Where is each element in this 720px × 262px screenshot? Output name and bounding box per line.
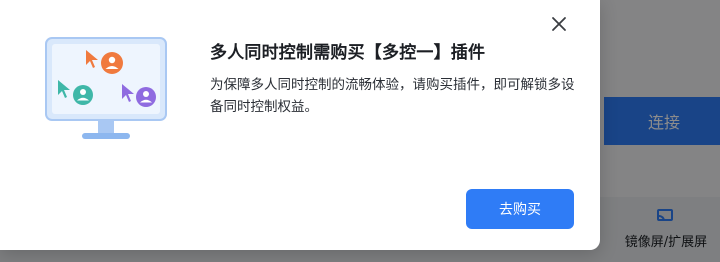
dialog-description: 为保障多人同时控制的流畅体验，请购买插件，即可解锁多设备同时控制权益。	[210, 77, 575, 115]
dialog-title: 多人同时控制需购买【多控一】插件	[210, 43, 486, 63]
multi-control-illustration-icon	[38, 30, 188, 150]
buy-button[interactable]: 去购买	[466, 189, 574, 229]
purchase-plugin-dialog: 多人同时控制需购买【多控一】插件 为保障多人同时控制的流畅体验，请购买插件，即可…	[0, 0, 600, 250]
screen: 连接 镜像屏/扩展屏 多人同时控制需购买【多控一】插件 为保障多人同时控制的流畅…	[0, 0, 720, 262]
close-icon[interactable]	[548, 13, 570, 35]
